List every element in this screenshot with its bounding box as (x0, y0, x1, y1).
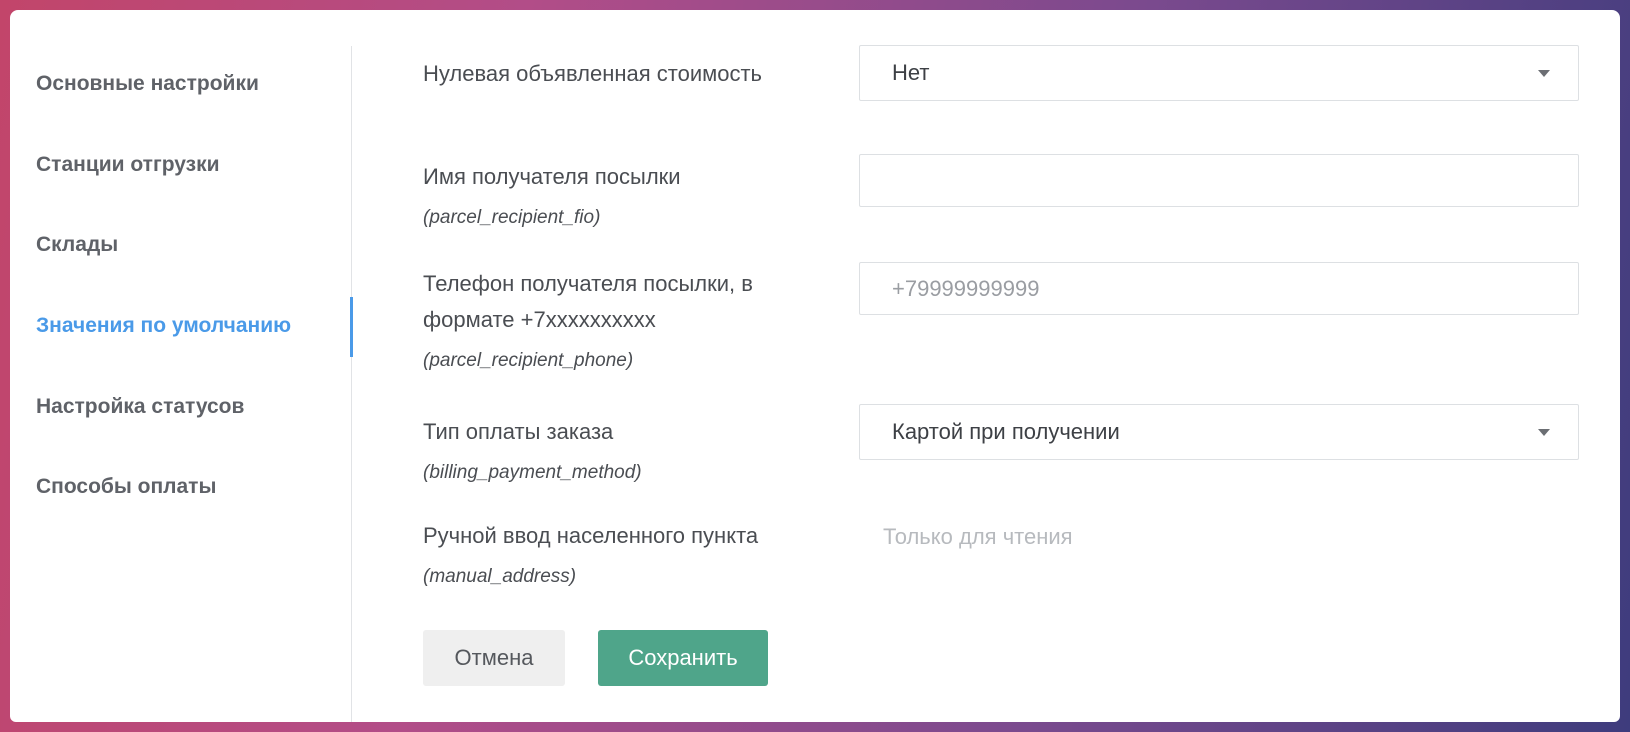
chevron-down-icon (1538, 429, 1550, 436)
zero-declared-value-select[interactable]: Нет (859, 45, 1579, 101)
recipient-name-key: (parcel_recipient_fio) (423, 207, 601, 228)
sidebar-item-shipping-stations[interactable]: Станции отгрузки (36, 153, 220, 177)
recipient-name-field (859, 154, 1579, 207)
recipient-phone-input[interactable] (860, 263, 1578, 314)
chevron-down-icon (1538, 70, 1550, 77)
recipient-phone-key: (parcel_recipient_phone) (423, 350, 634, 371)
manual-address-key: (manual_address) (423, 566, 577, 587)
zero-declared-value-label: Нулевая объявленная стоимость (423, 61, 763, 86)
recipient-phone-label-line2: формате +7xxxxxxxxxx (423, 307, 656, 332)
settings-modal: Основные настройки Станции отгрузки Скла… (10, 10, 1620, 722)
save-button[interactable]: Сохранить (598, 630, 768, 686)
payment-method-select[interactable]: Картой при получении (859, 404, 1579, 460)
recipient-name-input[interactable] (860, 155, 1578, 206)
cancel-button[interactable]: Отмена (423, 630, 565, 686)
payment-method-selected: Картой при получении (892, 419, 1120, 444)
sidebar-item-status-settings[interactable]: Настройка статусов (36, 395, 244, 419)
active-nav-indicator (350, 297, 353, 357)
sidebar-item-main-settings[interactable]: Основные настройки (36, 72, 259, 96)
manual-address-label: Ручной ввод населенного пункта (423, 523, 759, 548)
payment-method-label: Тип оплаты заказа (423, 419, 614, 444)
manual-address-readonly-value: Только для чтения (883, 524, 1073, 549)
sidebar-item-warehouses[interactable]: Склады (36, 233, 118, 257)
recipient-phone-field (859, 262, 1579, 315)
recipient-phone-label-line1: Телефон получателя посылки, в (423, 271, 753, 296)
recipient-name-label: Имя получателя посылки (423, 164, 681, 189)
settings-sidebar: Основные настройки Станции отгрузки Скла… (10, 46, 353, 722)
sidebar-item-defaults[interactable]: Значения по умолчанию (36, 314, 291, 338)
sidebar-item-payment-methods[interactable]: Способы оплаты (36, 475, 216, 499)
zero-declared-value-selected: Нет (892, 60, 930, 85)
payment-method-key: (billing_payment_method) (423, 462, 642, 483)
